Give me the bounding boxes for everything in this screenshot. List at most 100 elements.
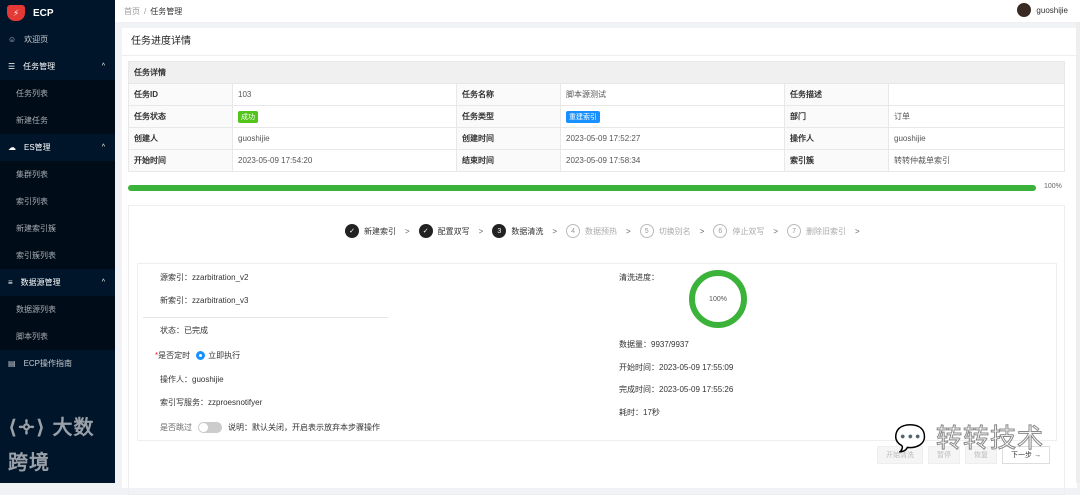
field-value: 重建索引 — [560, 105, 786, 128]
menu-label: 数据源列表 — [16, 305, 56, 314]
menu-label: 索引簇列表 — [16, 251, 56, 260]
chevron-right-icon: > — [773, 226, 779, 236]
sidebar-item-index-cluster-list[interactable]: 索引簇列表 — [0, 242, 115, 269]
step-number: 6 — [713, 224, 728, 238]
page-scrollbar[interactable] — [1076, 22, 1080, 483]
field-label: 任务类型 — [456, 105, 562, 128]
menu-label: 集群列表 — [16, 170, 48, 179]
menu-label: 欢迎页 — [24, 35, 49, 44]
table-row: 任务ID 103 任务名称 脚本源测试 任务描述 — [128, 83, 1065, 106]
field-label: 结束时间 — [456, 149, 562, 172]
sidebar-item-cluster-list[interactable]: 集群列表 — [0, 161, 115, 188]
step-number: 3 — [492, 224, 507, 238]
clean-progress-ring: 100% — [689, 270, 747, 328]
menu-label: 索引列表 — [16, 197, 48, 206]
progress-text: 100% — [1044, 183, 1062, 190]
list-icon: ☰ — [8, 62, 16, 71]
field-value: 成功 — [231, 105, 458, 128]
field-value: 转转仲裁单索引 — [888, 149, 1065, 172]
menu-label: 脚本列表 — [16, 332, 48, 341]
table-row: 创建人 guoshijie 创建时间 2023-05-09 17:52:27 操作人 gu… — [128, 127, 1065, 150]
database-icon: ≡ — [8, 278, 13, 287]
skip-toggle[interactable] — [198, 422, 222, 434]
sidebar-item-guide[interactable]: ▤ ECP操作指南 — [0, 350, 115, 377]
book-icon: ▤ — [8, 359, 16, 368]
app-logo[interactable]: ⚡ ECP — [0, 0, 115, 26]
field-label: 开始时间 — [128, 149, 233, 172]
skip-label: 是否跳过 — [160, 423, 192, 432]
clean-step-panel: 源索引：zzarbitration_v2 新索引：zzarbitration_v… — [137, 263, 1057, 441]
menu-label: ECP操作指南 — [23, 359, 73, 368]
watermark-bigdata: ⟨🝊⟩ 大数跨境 — [8, 417, 95, 474]
field-value: 2023-05-09 17:58:34 — [560, 149, 786, 172]
breadcrumb-current: 任务管理 — [150, 6, 183, 16]
data-count: 数据量：9937/9937 — [619, 340, 689, 349]
sidebar-item-welcome[interactable]: ☺ 欢迎页 — [0, 26, 115, 53]
clean-status: 状态：已完成 — [160, 326, 208, 335]
step-3: 3 数据清洗 > — [492, 224, 561, 238]
field-label: 任务名称 — [456, 83, 562, 106]
step-4: 4 数据预热 > — [566, 224, 635, 238]
details-heading: 任务详情 — [128, 61, 1065, 84]
sidebar-group-es[interactable]: ☁ ES管理 ^ — [0, 134, 115, 161]
user-menu[interactable]: guoshijie — [1017, 3, 1068, 17]
field-value — [888, 83, 1065, 106]
smile-icon: ☺ — [8, 35, 17, 44]
page-title: 任务进度详情 — [122, 28, 1077, 56]
steps-bar: ✓ 新建索引 > ✓ 配置双写 >3 数据清洗 >4 数据预热 >5 切换别名 >6 停止双写 >7 删除旧… — [345, 224, 864, 238]
field-label: 任务描述 — [784, 83, 890, 106]
table-row: 开始时间 2023-05-09 17:54:20 结束时间 2023-05-09 17… — [128, 149, 1065, 172]
field-value: guoshijie — [888, 127, 1065, 150]
watermark-text: 转转技术 — [935, 423, 1044, 454]
radio-immediate-label[interactable]: 立即执行 — [208, 351, 240, 360]
status-badge: 成功 — [238, 110, 258, 123]
watermark-text: 大数跨境 — [8, 417, 95, 474]
chevron-right-icon: > — [552, 226, 558, 236]
cloud-icon: ☁ — [8, 143, 16, 152]
sidebar-group-tasks[interactable]: ☰ 任务管理 ^ — [0, 53, 115, 80]
field-value: 2023-05-09 17:52:27 — [560, 127, 786, 150]
write-service: 索引写服务：zzproesnotifyer — [160, 398, 263, 407]
sidebar-item-task-list[interactable]: 任务列表 — [0, 80, 115, 107]
target-index: 新索引：zzarbitration_v3 — [160, 296, 249, 305]
chevron-right-icon: > — [478, 226, 484, 236]
field-value: 脚本源测试 — [560, 83, 786, 106]
step-label: 配置双写 — [437, 226, 470, 236]
clean-end-time: 完成时间：2023-05-09 17:55:26 — [619, 385, 734, 394]
breadcrumb-separator: / — [144, 6, 147, 16]
step-label: 数据预热 — [585, 226, 618, 236]
menu-label: 新建索引簇 — [16, 224, 56, 233]
sidebar-item-new-index-cluster[interactable]: 新建索引簇 — [0, 215, 115, 242]
chevron-right-icon: > — [405, 226, 410, 236]
sidebar-item-index-list[interactable]: 索引列表 — [0, 188, 115, 215]
clean-progress-text: 100% — [709, 295, 727, 303]
field-value: 订单 — [888, 105, 1065, 128]
field-value: 2023-05-09 17:54:20 — [231, 149, 458, 172]
step-number: 4 — [566, 224, 581, 238]
step-label: 新建索引 — [364, 226, 396, 236]
field-label: 部门 — [784, 105, 890, 128]
step-label: 切换别名 — [658, 226, 691, 236]
chevron-up-icon: ^ — [101, 279, 105, 286]
sidebar-item-new-task[interactable]: 新建任务 — [0, 107, 115, 134]
source-index: 源索引：zzarbitration_v2 — [160, 273, 249, 282]
sidebar-item-script-list[interactable]: 脚本列表 — [0, 323, 115, 350]
sidebar-group-datasource[interactable]: ≡ 数据源管理 ^ — [0, 269, 115, 296]
field-value: guoshijie — [231, 127, 458, 150]
table-row: 任务状态 成功 任务类型 重建索引 部门 订单 — [128, 105, 1065, 128]
step-label: 停止双写 — [732, 226, 765, 236]
step-label: 删除旧索引 — [806, 226, 847, 236]
sidebar-item-datasource-list[interactable]: 数据源列表 — [0, 296, 115, 323]
radio-immediate[interactable] — [196, 351, 206, 361]
menu-label: 任务列表 — [16, 89, 48, 98]
task-progress-bar — [128, 185, 1036, 191]
watermark-zhuanzhuan: 💬 转转技术 — [894, 423, 1044, 454]
step-5: 5 切换别名 > — [639, 224, 709, 238]
skip-field: 是否跳过 说明：默认关闭，开启表示放弃本步骤操作 — [160, 422, 380, 434]
check-icon: ✓ — [345, 224, 359, 238]
clean-progress-label: 清洗进度： — [619, 273, 659, 282]
chevron-right-icon: > — [699, 226, 705, 236]
breadcrumb-home[interactable]: 首页 — [124, 6, 140, 17]
clean-duration: 耗时：17秒 — [619, 408, 660, 417]
field-label: 任务ID — [128, 83, 233, 106]
